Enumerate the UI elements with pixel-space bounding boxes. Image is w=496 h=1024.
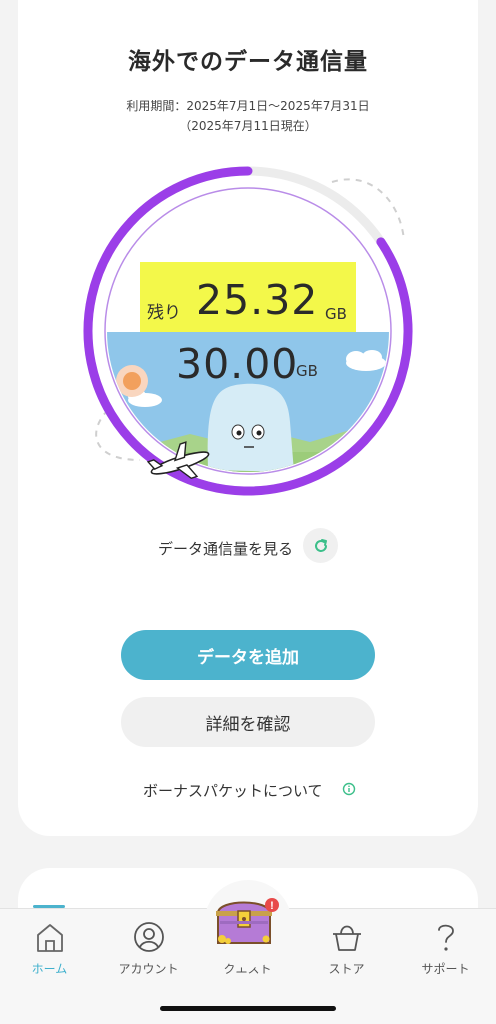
view-usage-row[interactable]: データ通信量を見る [0, 528, 496, 564]
bonus-packet-row[interactable]: ボーナスパケットについて [0, 780, 496, 800]
remaining-label: 残り [147, 303, 181, 323]
refresh-button[interactable] [303, 528, 338, 563]
quest-badge: ! [270, 900, 274, 912]
refresh-icon [314, 538, 327, 552]
remaining-unit: GB [325, 305, 347, 323]
page-title: 海外でのデータ通信量 [128, 49, 368, 75]
home-indicator [160, 1006, 336, 1011]
tab-store[interactable]: ストア [297, 909, 396, 989]
add-data-button[interactable]: データを追加 [121, 630, 375, 680]
home-icon [37, 924, 63, 952]
app-screen: 海外でのデータ通信量 利用期間：2025年7月1日〜2025年7月31日 （20… [0, 0, 496, 1024]
data-usage-gauge [83, 166, 413, 496]
tab-store-label: ストア [328, 962, 365, 976]
treasure-chest-icon[interactable]: ! [212, 891, 284, 951]
basket-icon [333, 925, 361, 951]
question-icon [438, 924, 454, 951]
view-usage-link[interactable]: データ通信量を見る [158, 538, 293, 559]
total-unit: GB [296, 362, 318, 380]
tab-support-label: サポート [421, 962, 470, 976]
view-details-button[interactable]: 詳細を確認 [121, 697, 375, 747]
period-range: 利用期間：2025年7月1日〜2025年7月31日 [126, 99, 370, 113]
usage-period: 利用期間：2025年7月1日〜2025年7月31日 （2025年7月11日現在） [18, 96, 478, 136]
cloud-right [346, 350, 386, 371]
tab-home-label: ホーム [31, 962, 68, 976]
tab-account-label: アカウント [118, 962, 179, 976]
bonus-packet-link[interactable]: ボーナスパケットについて [143, 780, 323, 801]
mascot-character [207, 383, 294, 472]
tab-account[interactable]: アカウント [99, 909, 198, 989]
info-icon[interactable] [342, 782, 356, 796]
total-value: 30.00 [176, 340, 299, 388]
as-of-date: （2025年7月11日現在） [179, 119, 317, 133]
account-icon [134, 922, 164, 952]
tab-home[interactable]: ホーム [0, 909, 99, 989]
remaining-value: 25.32 [196, 276, 319, 324]
tab-support[interactable]: サポート [396, 909, 495, 989]
